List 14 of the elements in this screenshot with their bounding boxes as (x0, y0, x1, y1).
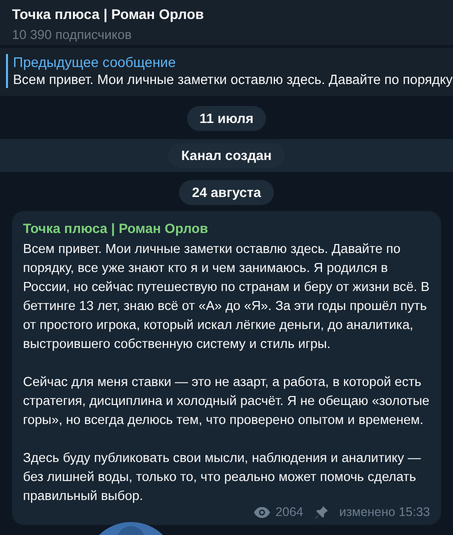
message-author: Точка плюса | Роман Орлов (23, 220, 210, 238)
pinned-title: Предыдущее сообщение (13, 54, 177, 71)
subscriber-count: 10 390 подписчиков (12, 26, 133, 44)
message-paragraph: Всем привет. Мои личные заметки оставлю здесь. Давайте по порядку, все уже знают кто я и чем занимаюсь. Я родился в России, но сейчас путешествую по странам и беру от жизни всё. В беттинге 13 лет, знаю всё от «А» до «Я». За эти годы прошёл путь от простого игрока, который искал лёгкие деньги, до аналитика, выстроившего собственную систему и стиль игры. (23, 240, 430, 353)
date-label: 11 июля (186, 106, 266, 131)
message-paragraph: Сейчас для меня ставки — это не азарт, а работа, в которой есть стратегия, дисциплина и холодный расчёт. Я не обещаю «золотые горы», но всегда делюсь тем, что проверено опытом и временем. (23, 373, 430, 429)
edited-time: изменено 15:33 (339, 505, 430, 519)
message-paragraph: Здесь буду публиковать свои мысли, наблюдения и аналитику — без лишней воды, только то, что реально может помочь сделать правильный выбор. (23, 449, 422, 505)
date-label: Канал создан (168, 143, 285, 168)
date-label: 24 августа (179, 180, 274, 205)
view-count: 2064 (275, 505, 304, 519)
eye-icon (254, 506, 270, 518)
pinned-text: Всем привет. Мои личные заметки оставлю здесь. Давайте по порядку (13, 71, 453, 88)
channel-title: Точка плюса | Роман Орлов (12, 5, 205, 24)
